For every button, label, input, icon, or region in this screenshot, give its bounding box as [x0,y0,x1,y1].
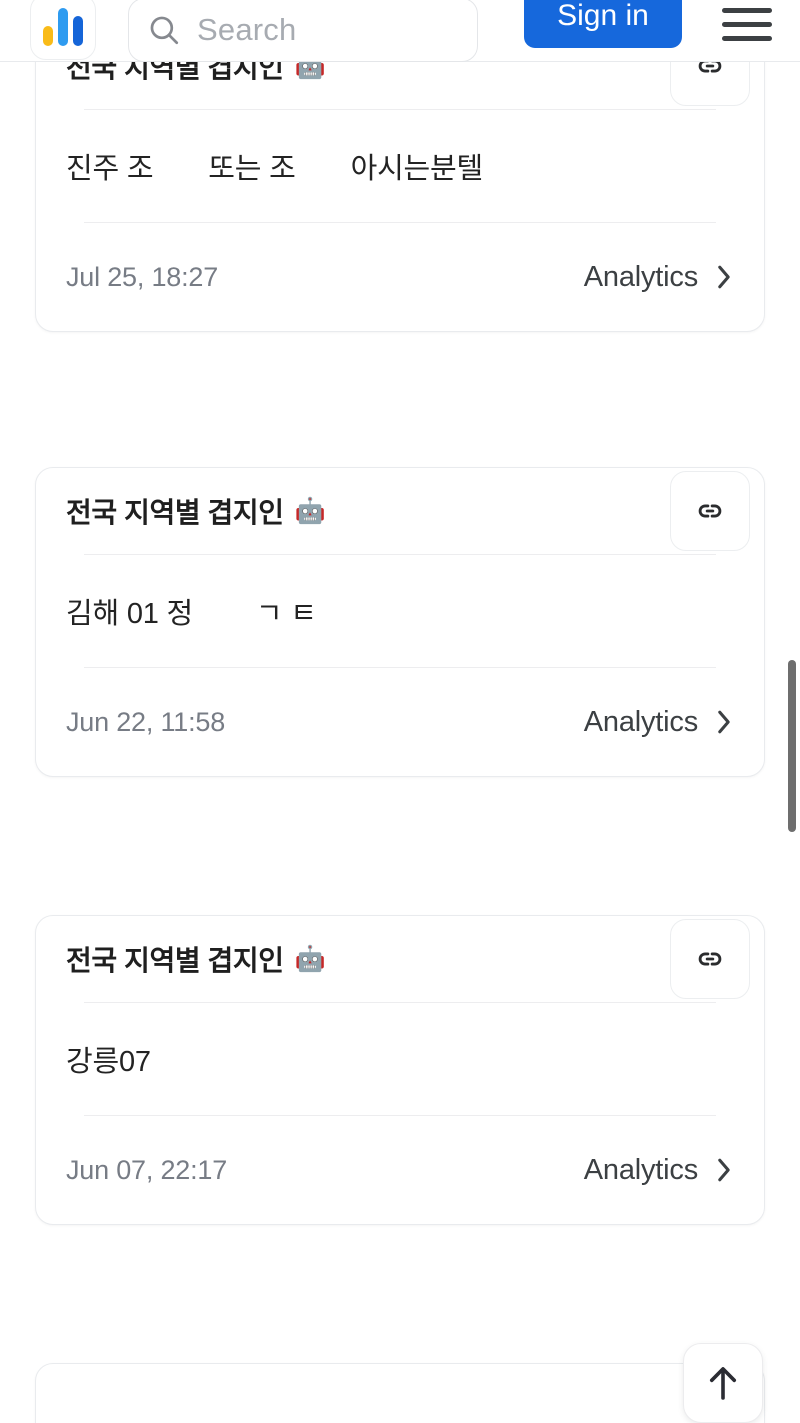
hamburger-menu-icon[interactable] [722,2,772,46]
card-body: 진주 조 또는 조 아시는분텔 [36,110,764,222]
search-icon [150,16,179,45]
card-header: 전국 지역별 겹지인 🤖 [36,468,764,554]
scroll-to-top-button[interactable] [683,1343,763,1423]
robot-emoji-icon: 🤖 [294,496,326,525]
scrollbar-thumb[interactable] [788,660,796,832]
card-timestamp: Jun 07, 22:17 [66,1154,228,1185]
arrow-up-icon [709,1367,737,1400]
copy-link-button[interactable] [670,471,750,551]
robot-emoji-icon: 🤖 [294,944,326,973]
app-header: Search Sign in [0,0,800,62]
search-input[interactable]: Search [128,0,478,62]
link-icon [698,504,722,518]
analytics-link[interactable]: Analytics [584,1154,734,1187]
feed-card-partial[interactable] [35,1363,765,1423]
card-body-text: 김해 01 정 ㄱ ㅌ [66,598,317,630]
feed-card[interactable]: 전국 지역별 겹지인 🤖 진주 조 또는 조 아시는분텔 Jul 25, 18:… [35,62,765,332]
card-footer: Jun 07, 22:17 Analytics [36,1116,764,1224]
analytics-label: Analytics [583,260,698,293]
analytics-label: Analytics [583,705,698,738]
card-footer: Jul 25, 18:27 Analytics [36,223,764,331]
card-title: 전국 지역별 겹지인 [66,945,284,976]
card-body-text: 강릉07 [66,1046,151,1078]
card-body-text: 진주 조 또는 조 아시는분텔 [66,153,483,185]
card-title: 전국 지역별 겹지인 [66,497,284,528]
sign-in-button[interactable]: Sign in [524,0,682,48]
card-title: 전국 지역별 겹지인 [66,62,284,83]
robot-emoji-icon: 🤖 [294,62,326,80]
bar-chart-logo-icon [43,8,83,46]
analytics-link[interactable]: Analytics [584,261,734,294]
analytics-label: Analytics [583,1153,698,1186]
link-icon [698,952,722,966]
copy-link-button[interactable] [670,62,750,106]
logo-button[interactable] [30,0,96,60]
feed-card[interactable]: 전국 지역별 겹지인 🤖 강릉07 Jun 07, 22:17 Analytic… [35,915,765,1225]
card-header: 전국 지역별 겹지인 🤖 [36,62,764,109]
link-icon [698,62,722,73]
search-placeholder: Search [197,12,297,47]
card-footer: Jun 22, 11:58 Analytics [36,668,764,776]
copy-link-button[interactable] [670,919,750,999]
chevron-right-icon [718,265,730,289]
card-body: 강릉07 [36,1003,764,1115]
card-body: 김해 01 정 ㄱ ㅌ [36,555,764,667]
page-root: Search Sign in 전국 지역별 겹지인 🤖 진주 조 또는 조 아시… [0,0,800,1423]
feed-card[interactable]: 전국 지역별 겹지인 🤖 김해 01 정 ㄱ ㅌ Jun 22, 11:58 A… [35,467,765,777]
chevron-right-icon [718,710,730,734]
vertical-scrollbar[interactable] [784,62,800,1423]
feed-list: 전국 지역별 겹지인 🤖 진주 조 또는 조 아시는분텔 Jul 25, 18:… [0,62,800,1423]
analytics-link[interactable]: Analytics [584,706,734,739]
card-header: 전국 지역별 겹지인 🤖 [36,916,764,1002]
card-timestamp: Jul 25, 18:27 [66,261,219,292]
chevron-right-icon [718,1158,730,1182]
card-timestamp: Jun 22, 11:58 [66,706,226,737]
